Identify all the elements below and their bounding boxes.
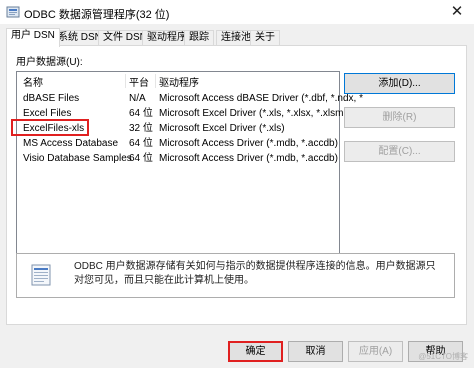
configure-button[interactable]: 配置(C)...: [344, 141, 455, 162]
column-header-platform[interactable]: 平台: [129, 74, 149, 89]
data-source-info-icon: [31, 264, 51, 286]
odbc-app-icon: [6, 6, 20, 18]
odbc-dialog: ODBC 数据源管理程序(32 位) ✕ 用户 DSN 系统 DSN 文件 DS…: [0, 0, 474, 368]
table-row[interactable]: Visio Database Samples 64 位 Microsoft Ac…: [17, 152, 339, 165]
remove-button[interactable]: 删除(R): [344, 107, 455, 128]
close-button[interactable]: ✕: [440, 0, 474, 24]
tab-about[interactable]: 关于: [250, 30, 280, 45]
column-header-driver[interactable]: 驱动程序: [159, 74, 199, 89]
row-name: dBASE Files: [23, 93, 80, 104]
row-platform: 64 位: [129, 108, 153, 119]
apply-button[interactable]: 应用(A): [348, 341, 403, 362]
row-driver: Microsoft Access Driver (*.mdb, *.accdb): [159, 153, 338, 164]
table-row[interactable]: dBASE Files N/A Microsoft Access dBASE D…: [17, 92, 363, 105]
info-description: ODBC 用户数据源存储有关如何与指示的数据提供程序连接的信息。用户数据源只对您…: [74, 261, 436, 286]
row-name: Visio Database Samples: [23, 153, 132, 164]
cancel-button[interactable]: 取消: [288, 341, 343, 362]
row-driver: Microsoft Access dBASE Driver (*.dbf, *.…: [159, 93, 363, 104]
user-data-sources-label: 用户数据源(U):: [16, 57, 83, 68]
watermark: @51CTO博客: [418, 352, 468, 361]
row-platform: 64 位: [129, 153, 153, 164]
row-driver: Microsoft Access Driver (*.mdb, *.accdb): [159, 138, 338, 149]
row-platform: 32 位: [129, 123, 153, 134]
row-platform: N/A: [129, 93, 146, 104]
window-title: ODBC 数据源管理程序(32 位): [24, 9, 170, 21]
user-dsn-panel: 用户数据源(U): 名称 平台 驱动程序 dBASE Files N/A Mic…: [6, 45, 467, 325]
annotation-highlight-box: [11, 119, 89, 136]
row-driver: Microsoft Excel Driver (*.xls): [159, 123, 285, 134]
column-header-name[interactable]: 名称: [23, 74, 43, 89]
row-name: MS Access Database: [23, 138, 119, 149]
column-divider: [125, 74, 126, 88]
tab-tracing[interactable]: 跟踪: [184, 30, 214, 45]
column-divider: [155, 74, 156, 88]
title-bar: ODBC 数据源管理程序(32 位) ✕: [0, 0, 474, 24]
add-button[interactable]: 添加(D)...: [344, 73, 455, 94]
row-platform: 64 位: [129, 138, 153, 149]
ok-button[interactable]: 确定: [228, 341, 283, 362]
info-box: ODBC 用户数据源存储有关如何与指示的数据提供程序连接的信息。用户数据源只对您…: [16, 253, 455, 298]
table-row[interactable]: MS Access Database 64 位 Microsoft Access…: [17, 137, 339, 150]
row-driver: Microsoft Excel Driver (*.xls, *.xlsx, *…: [159, 108, 363, 119]
tab-user-dsn[interactable]: 用户 DSN: [6, 28, 60, 47]
